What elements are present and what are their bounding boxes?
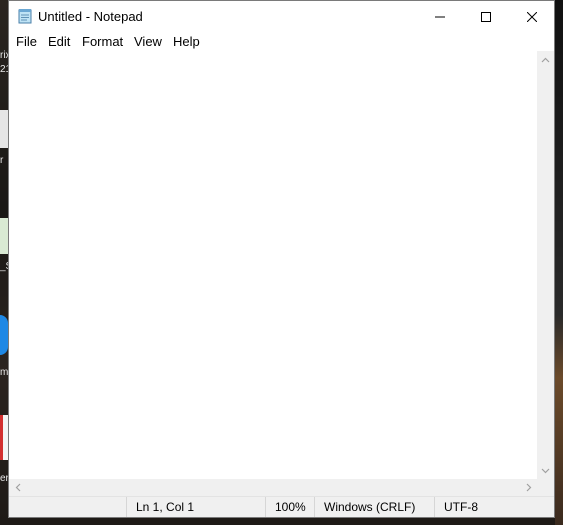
status-zoom: 100% [265,497,315,517]
status-cursor-position: Ln 1, Col 1 [126,497,266,517]
scroll-down-arrow-icon[interactable] [537,462,554,479]
horizontal-scrollbar[interactable] [9,479,537,496]
scrollbar-corner [537,479,554,496]
text-editor[interactable] [9,51,537,479]
scroll-left-arrow-icon[interactable] [9,479,26,496]
scroll-right-arrow-icon[interactable] [520,479,537,496]
desktop-spreadsheet-icon[interactable] [0,218,8,254]
minimize-icon [435,12,445,22]
menu-bar: File Edit Format View Help [9,32,554,51]
close-icon [527,11,537,22]
close-button[interactable] [509,1,555,32]
minimize-button[interactable] [417,1,463,32]
desktop-file-icon[interactable] [0,110,8,148]
maximize-icon [481,11,491,22]
desktop-label-fragment[interactable]: r [0,155,3,166]
menu-file[interactable]: File [16,34,37,49]
menu-edit[interactable]: Edit [48,34,70,49]
status-bar: Ln 1, Col 1 100% Windows (CRLF) UTF-8 [9,496,554,517]
menu-view[interactable]: View [134,34,162,49]
maximize-button[interactable] [463,1,509,32]
status-line-ending: Windows (CRLF) [314,497,435,517]
notepad-window: Untitled - Notepad File Edit Format View… [8,0,555,518]
window-title: Untitled - Notepad [38,9,143,24]
notepad-icon [17,8,33,24]
menu-help[interactable]: Help [173,34,200,49]
desktop-background-right [555,0,563,525]
menu-format[interactable]: Format [82,34,123,49]
scroll-up-arrow-icon[interactable] [537,51,554,68]
desktop-app-icon[interactable] [0,315,8,355]
status-encoding: UTF-8 [434,497,554,517]
title-bar[interactable]: Untitled - Notepad [9,1,554,32]
vertical-scrollbar[interactable] [537,51,554,479]
